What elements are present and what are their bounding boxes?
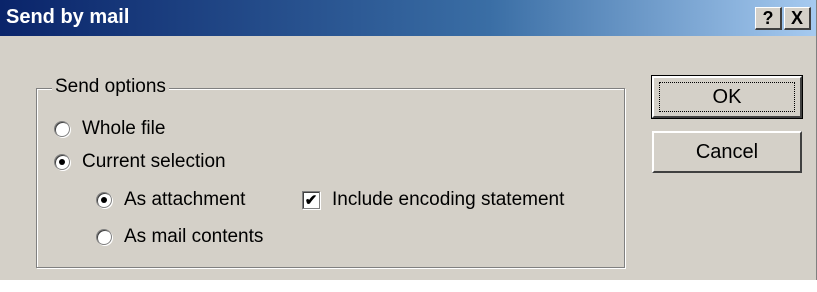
as-attachment-label: As attachment xyxy=(124,189,246,210)
ok-button[interactable]: OK xyxy=(651,75,803,119)
cancel-button-label: Cancel xyxy=(695,140,759,163)
as-mail-contents-radio[interactable]: As mail contents xyxy=(96,226,263,248)
dialog-title: Send by mail xyxy=(6,6,130,28)
whole-file-label: Whole file xyxy=(82,118,166,139)
checkmark-icon[interactable]: ✔ xyxy=(302,191,320,209)
current-selection-label: Current selection xyxy=(82,151,226,172)
help-icon: ? xyxy=(762,8,774,28)
radio-button-unchecked[interactable] xyxy=(54,121,70,137)
as-attachment-radio[interactable]: As attachment xyxy=(96,189,245,211)
focus-rectangle xyxy=(659,82,795,112)
radio-button-unchecked[interactable] xyxy=(96,229,112,245)
whole-file-radio[interactable]: Whole file xyxy=(54,118,165,140)
send-options-legend: Send options xyxy=(52,76,169,98)
close-icon: X xyxy=(790,8,803,28)
current-selection-radio[interactable]: Current selection xyxy=(54,151,226,173)
cancel-button[interactable]: Cancel xyxy=(652,131,802,173)
radio-button-checked[interactable] xyxy=(96,192,112,208)
help-button[interactable]: ? xyxy=(755,7,782,30)
send-by-mail-dialog: Send by mail ? X Send options Whole file… xyxy=(0,0,817,280)
as-mail-contents-label: As mail contents xyxy=(124,226,264,247)
radio-button-checked[interactable] xyxy=(54,154,70,170)
title-bar[interactable]: Send by mail ? X xyxy=(0,0,816,36)
include-encoding-label: Include encoding statement xyxy=(332,189,565,210)
include-encoding-checkbox[interactable]: ✔ Include encoding statement xyxy=(302,189,564,211)
close-button[interactable]: X xyxy=(784,7,811,30)
